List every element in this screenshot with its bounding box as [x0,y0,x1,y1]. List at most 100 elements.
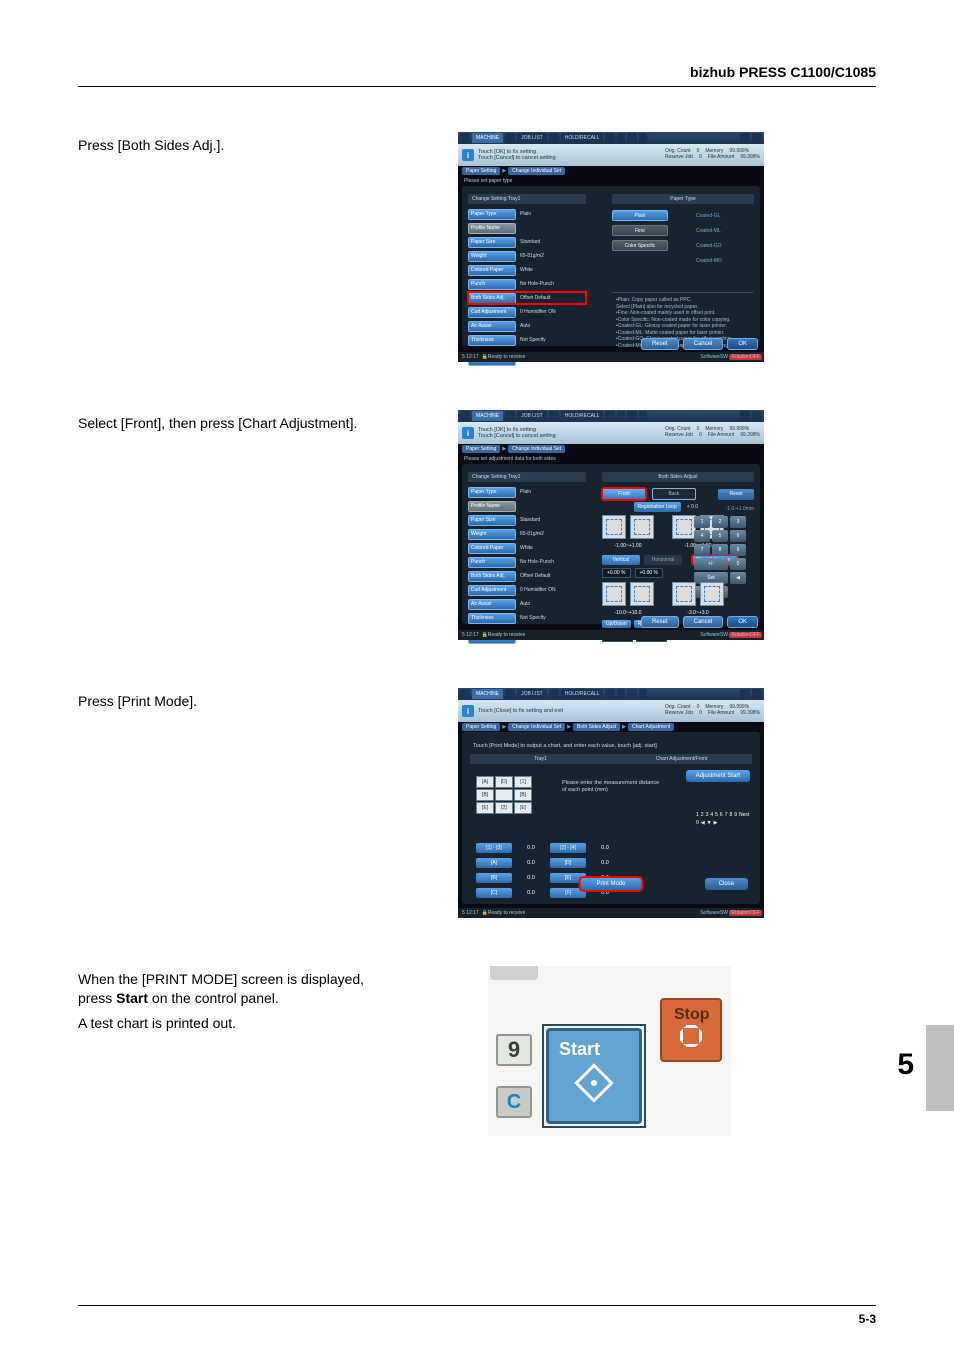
keypad-key-▼[interactable]: ▼ [707,820,712,826]
measure-label[interactable]: [1] - [3] [476,843,512,853]
keypad-9-button[interactable]: 9 [496,1034,532,1066]
keypad-key-5[interactable]: 5 [715,812,718,818]
keypad-key-0[interactable]: 0 [730,558,746,570]
close-button[interactable]: Close [705,878,748,890]
tab-5[interactable] [639,133,647,143]
keypad-key-9[interactable]: 9 [730,544,746,556]
color-specific-button[interactable]: Color Specific [612,240,668,251]
gear-icon[interactable] [740,689,750,699]
keypad-key-1[interactable]: 1 [696,812,699,818]
front-button[interactable]: Front [602,488,646,500]
thickness-button[interactable]: Thickness [468,613,516,624]
user-icon[interactable] [460,689,470,699]
tab-machine[interactable]: MACHINE [472,689,503,699]
measure-label[interactable]: [C] [476,888,512,898]
keypad-key-3[interactable]: 3 [730,516,746,528]
coated-go-link[interactable]: Coated-GO [696,243,722,249]
chart-cell[interactable]: [1] [514,776,532,788]
reset-button[interactable]: Reset [641,616,679,628]
chart-cell[interactable]: [B] [514,789,532,801]
paper-size-button[interactable]: Paper Size [468,515,516,526]
keypad-key-7[interactable]: 7 [725,812,728,818]
keypad-key-◀[interactable]: ◀ [701,820,705,826]
list-icon[interactable] [505,133,515,143]
chart-cell[interactable]: [2] [495,802,513,814]
punch-button[interactable]: Punch [468,279,516,290]
user-icon[interactable] [460,133,470,143]
adjustment-start-button[interactable]: Adjustment Start [686,770,750,782]
keypad-key-◀[interactable]: ◀ [730,572,746,584]
crumb-both-sides[interactable]: Both Sides Adjust [573,723,620,731]
chart-cell[interactable] [495,789,513,801]
measure-label[interactable]: [B] [476,873,512,883]
measure-label[interactable]: [F] [550,888,586,898]
keypad-key-0[interactable]: 0 [696,820,699,826]
cancel-button[interactable]: Cancel [683,338,724,350]
measure-label[interactable]: [D] [550,858,586,868]
crumb-paper-setting[interactable]: Paper Setting [462,167,500,175]
help-icon[interactable] [752,411,762,421]
hold-icon[interactable] [549,133,559,143]
ok-button[interactable]: OK [727,616,758,628]
keypad-key-1[interactable]: 1 [694,516,710,528]
keypad-key-Next[interactable]: Next [739,812,749,818]
keypad-key-8[interactable]: 8 [712,544,728,556]
crumb-change-individual[interactable]: Change Individual Set [508,723,565,731]
gear-icon[interactable] [740,133,750,143]
thickness-button[interactable]: Thickness [468,335,516,346]
cancel-button[interactable]: Cancel [683,616,724,628]
reset-button[interactable]: Reset [718,489,754,500]
measure-label[interactable]: [2] - [4] [550,843,586,853]
coated-gl-link[interactable]: Coated-GL [696,213,720,219]
reset-button[interactable]: Reset [641,338,679,350]
colored-paper-button[interactable]: Colored Paper [468,265,516,276]
hold-icon[interactable] [549,411,559,421]
tab-machine[interactable]: MACHINE [472,133,503,143]
paper-type-button[interactable]: Paper Type [468,487,516,498]
clear-button[interactable]: C [496,1086,532,1118]
tab-joblist[interactable]: JOB LIST [517,411,547,421]
chart-cell[interactable]: [A] [476,776,494,788]
keypad-key-2[interactable]: 2 [701,812,704,818]
print-mode-button[interactable]: Print Mode [580,878,641,890]
gear-icon[interactable] [740,411,750,421]
keypad-key-8[interactable]: 8 [729,812,732,818]
keypad-key-▶[interactable]: ▶ [714,820,718,826]
list-icon[interactable] [505,411,515,421]
measure-label[interactable]: [A] [476,858,512,868]
tab-machine[interactable]: MACHINE [472,411,503,421]
up-down-button[interactable]: Up/Down [602,620,631,628]
keypad-key-+/-[interactable]: +/- [694,558,728,570]
keypad-key-4[interactable]: 4 [710,812,713,818]
crumb-change-individual[interactable]: Change Individual Set [508,167,565,175]
help-icon[interactable] [752,133,762,143]
curl-adjustment-button[interactable]: Curl Adjustment [468,307,516,318]
back-button[interactable]: Back [652,488,696,500]
nav-icon[interactable] [627,133,637,143]
vertical-button[interactable]: Vertical [602,555,640,565]
keypad-key-7[interactable]: 7 [694,544,710,556]
ok-button[interactable]: OK [727,338,758,350]
punch-button[interactable]: Punch [468,557,516,568]
both-sides-adj-button[interactable]: Both Sides Adj. [468,293,516,304]
nav-icon[interactable] [627,411,637,421]
registration-loop-button[interactable]: Registration Loop [634,502,681,512]
user-icon[interactable] [460,411,470,421]
coated-mo-link[interactable]: Coated-MO [696,258,722,264]
tab-4[interactable] [617,133,625,143]
colored-paper-button[interactable]: Colored Paper [468,543,516,554]
keypad-key-5[interactable]: 5 [712,530,728,542]
horizontal-button[interactable]: Horizontal [644,555,682,565]
help-icon[interactable] [752,689,762,699]
chart-cell[interactable]: [E] [476,802,494,814]
air-assist-button[interactable]: Air Assist [468,599,516,610]
paper-type-button[interactable]: Paper Type [468,209,516,220]
fine-button[interactable]: Fine [612,225,668,236]
paper-size-button[interactable]: Paper Size [468,237,516,248]
tab-hold[interactable]: HOLD/RECALL [561,133,604,143]
weight-button[interactable]: Weight [468,529,516,540]
coated-ml-link[interactable]: Coated-ML [696,228,721,234]
chart-cell[interactable]: [D] [495,776,513,788]
stop-button[interactable]: Stop [660,998,722,1062]
keypad-key-6[interactable]: 6 [730,530,746,542]
